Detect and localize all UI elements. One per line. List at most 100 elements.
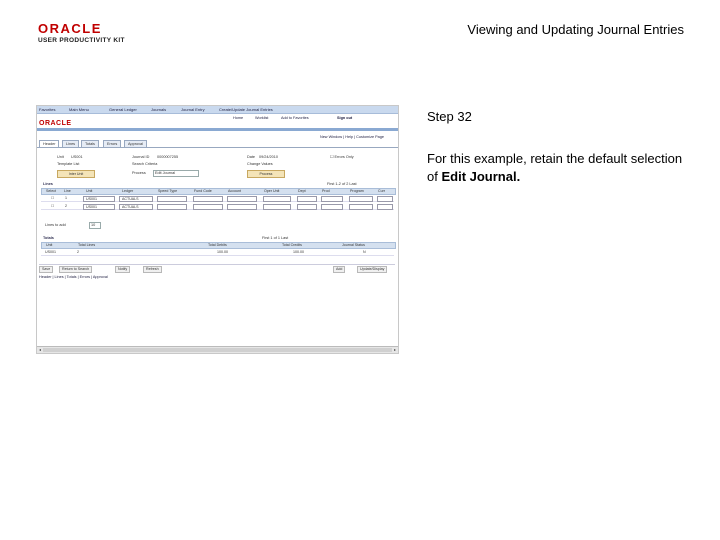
change-values-link[interactable]: Change Values [247, 162, 273, 166]
ledger-input[interactable]: ACTUALS [119, 204, 153, 210]
dept-input[interactable] [297, 196, 317, 202]
inter-unit-button[interactable]: Inter Unit [57, 170, 95, 178]
fund-input[interactable] [193, 204, 223, 210]
unit-value: US001 [86, 205, 97, 209]
return-to-search-button[interactable]: Return to Search [59, 266, 93, 273]
page-title: Viewing and Updating Journal Entries [467, 22, 684, 37]
ledger-input[interactable]: ACTUALS [119, 196, 153, 202]
column-header: Total Debits [208, 243, 227, 247]
lines-section-title: Lines [43, 182, 53, 186]
logo-subtitle: USER PRODUCTIVITY KIT [38, 37, 125, 44]
breadcrumb-item[interactable]: General Ledger [109, 107, 137, 112]
account-input[interactable] [227, 204, 257, 210]
ledger-value: ACTUALS [122, 197, 139, 201]
errors-only-checkbox[interactable]: ☐ Errors Only [330, 154, 354, 159]
prod-input[interactable] [321, 196, 343, 202]
search-criteria-link[interactable]: Search Criteria [132, 162, 157, 166]
process-value: Edit Journal [155, 171, 176, 175]
utility-link-worklist[interactable]: Worklist [255, 116, 268, 120]
page-toolbar: Save Return to Search Notify Refresh Add… [39, 264, 395, 273]
column-header: Prod [322, 189, 330, 193]
customize-page-link[interactable]: Customize Page [356, 135, 384, 139]
line-number: 1 [65, 196, 67, 200]
application-screenshot: Favorites Main Menu General Ledger Journ… [36, 105, 399, 354]
utility-link-signout[interactable]: Sign out [337, 116, 352, 120]
refresh-button[interactable]: Refresh [143, 266, 162, 273]
process-button[interactable]: Process [247, 170, 285, 178]
date-value: 09/24/2010 [259, 155, 279, 159]
table-row: US001 2 100.00 100.00 N [41, 249, 394, 256]
line-number: 2 [65, 204, 67, 208]
oper-unit-input[interactable] [263, 196, 291, 202]
save-button[interactable]: Save [39, 266, 54, 273]
breadcrumb-item[interactable]: Main Menu [69, 107, 89, 112]
update-display-button[interactable]: Update/Display [357, 266, 388, 273]
speedtype-input[interactable] [157, 204, 187, 210]
ledger-value: ACTUALS [122, 205, 139, 209]
breadcrumb-item[interactable]: Journals [151, 107, 166, 112]
journal-id-label: Journal ID [132, 155, 150, 159]
column-header: Dept [298, 189, 306, 193]
template-list-link[interactable]: Template List [57, 162, 79, 166]
journal-status: N [363, 250, 366, 254]
curr-input[interactable] [377, 204, 393, 210]
program-input[interactable] [349, 204, 373, 210]
totals-debits: 100.00 [217, 250, 228, 254]
select-checkbox[interactable]: ☐ [51, 204, 54, 208]
unit-value: US001 [86, 197, 97, 201]
scroll-right-icon[interactable]: ▸ [392, 347, 398, 353]
breadcrumb-item[interactable]: Favorites [39, 107, 55, 112]
column-header: Select [46, 189, 56, 193]
utility-link-favorites[interactable]: Add to Favorites [281, 116, 309, 120]
column-header: Total Lines [78, 243, 96, 247]
column-header: Oper Unit [264, 189, 280, 193]
lines-grid-nav[interactable]: First 1-2 of 2 Last [327, 182, 357, 186]
oracle-upk-logo: ORACLE USER PRODUCTIVITY KIT [38, 22, 133, 48]
process-select[interactable]: Edit Journal [153, 170, 199, 177]
instruction-text: For this example, retain the default sel… [427, 150, 687, 186]
fund-input[interactable] [193, 196, 223, 202]
select-checkbox[interactable]: ☐ [51, 196, 54, 200]
errors-only-label: Errors Only [334, 155, 354, 159]
curr-input[interactable] [377, 196, 393, 202]
table-row: ☐ 1 US001 ACTUALS [41, 195, 394, 202]
column-header: Unit [46, 243, 53, 247]
oper-unit-input[interactable] [263, 204, 291, 210]
program-input[interactable] [349, 196, 373, 202]
utility-link-home[interactable]: Home [233, 116, 243, 120]
lines-to-add-input[interactable]: 10 [89, 222, 101, 229]
totals-unit: US001 [45, 250, 56, 254]
account-input[interactable] [227, 196, 257, 202]
unit-input[interactable]: US001 [83, 196, 115, 202]
horizontal-scrollbar[interactable]: ◂ ▸ [37, 346, 398, 353]
process-label: Process [132, 171, 146, 175]
totals-section-title: Totals [43, 236, 54, 240]
totals-grid-header: Unit Total Lines Total Debits Total Cred… [41, 242, 396, 249]
prod-input[interactable] [321, 204, 343, 210]
column-header: Account [228, 189, 241, 193]
column-header: Journal Status [342, 243, 365, 247]
column-header: Ledger [122, 189, 134, 193]
instruction-suffix: . [516, 169, 521, 184]
totals-credits: 100.00 [293, 250, 304, 254]
lines-to-add-value: 10 [91, 223, 96, 227]
date-label: Date [247, 155, 256, 159]
speedtype-input[interactable] [157, 196, 187, 202]
column-header: Fund Code [194, 189, 212, 193]
column-header: Line [64, 189, 71, 193]
new-window-link[interactable]: New Window [320, 135, 342, 139]
unit-input[interactable]: US001 [83, 204, 115, 210]
page-links: New Window | Help | Customize Page [319, 135, 384, 139]
breadcrumb-item[interactable]: Create/Update Journal Entries [219, 107, 273, 112]
totals-grid-nav[interactable]: First 1 of 1 Last [262, 236, 288, 240]
help-link[interactable]: Help [345, 135, 353, 139]
notify-button[interactable]: Notify [115, 266, 131, 273]
breadcrumb-item[interactable]: Journal Entry [181, 107, 205, 112]
step-label: Step 32 [427, 109, 472, 124]
oracle-brand: ORACLE [39, 120, 72, 127]
add-button[interactable]: Add [333, 266, 346, 273]
scrollbar-thumb[interactable] [43, 348, 392, 352]
footer-links[interactable]: Header | Lines | Totals | Errors | Appro… [39, 275, 108, 279]
dept-input[interactable] [297, 204, 317, 210]
column-header: Curr [378, 189, 385, 193]
